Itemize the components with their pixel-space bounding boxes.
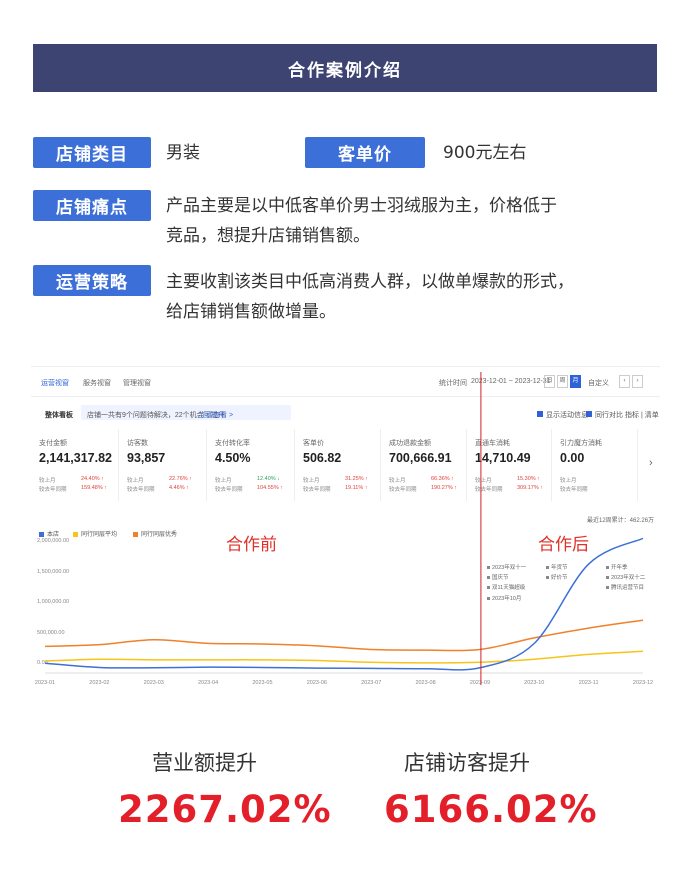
sales-growth-value: 2267.02% <box>118 788 332 831</box>
category-tag: 店铺类目 <box>33 137 151 168</box>
page-title: 合作案例介绍 <box>33 44 657 92</box>
visitors-growth-value: 6166.02% <box>384 788 598 831</box>
strategy-line-1: 主要收割该类目中低高消费人群，以做单爆款的形式， <box>166 272 574 292</box>
strategy-tag: 运营策略 <box>33 265 151 296</box>
event-item: 年货节 <box>546 563 568 571</box>
event-item: 好价节 <box>546 573 568 581</box>
event-item: 双11天猫超级 <box>487 583 525 591</box>
visitors-growth-label: 店铺访客提升 <box>404 751 530 775</box>
series-line <box>44 537 644 671</box>
price-value: 900元左右 <box>443 143 527 163</box>
event-item: 2023年10月 <box>487 594 521 602</box>
sales-growth-label: 营业额提升 <box>152 751 257 775</box>
event-item: 2023年双十一 <box>487 563 526 571</box>
price-tag: 客单价 <box>305 137 425 168</box>
before-label: 合作前 <box>226 535 277 554</box>
pain-tag: 店铺痛点 <box>33 190 151 221</box>
event-item: 2023年双十二 <box>606 573 645 581</box>
series-line <box>44 619 644 652</box>
pain-line-1: 产品主要是以中低客单价男士羽绒服为主，价格低于 <box>166 196 557 216</box>
strategy-line-2: 给店铺销售额做增量。 <box>166 302 336 322</box>
dashboard-screenshot: 运营视窗 服务视窗 管理视窗 统计时间 2023-12-01 ~ 2023-12… <box>31 366 660 701</box>
after-label: 合作后 <box>538 535 589 554</box>
series-line <box>44 650 644 664</box>
pain-line-2: 竞品，想提升店铺销售额。 <box>166 226 370 246</box>
category-value: 男装 <box>166 143 200 163</box>
event-item: 腾讯运营节目 <box>606 583 644 591</box>
event-item: 国庆节 <box>487 573 509 581</box>
event-item: 开年季 <box>606 563 628 571</box>
